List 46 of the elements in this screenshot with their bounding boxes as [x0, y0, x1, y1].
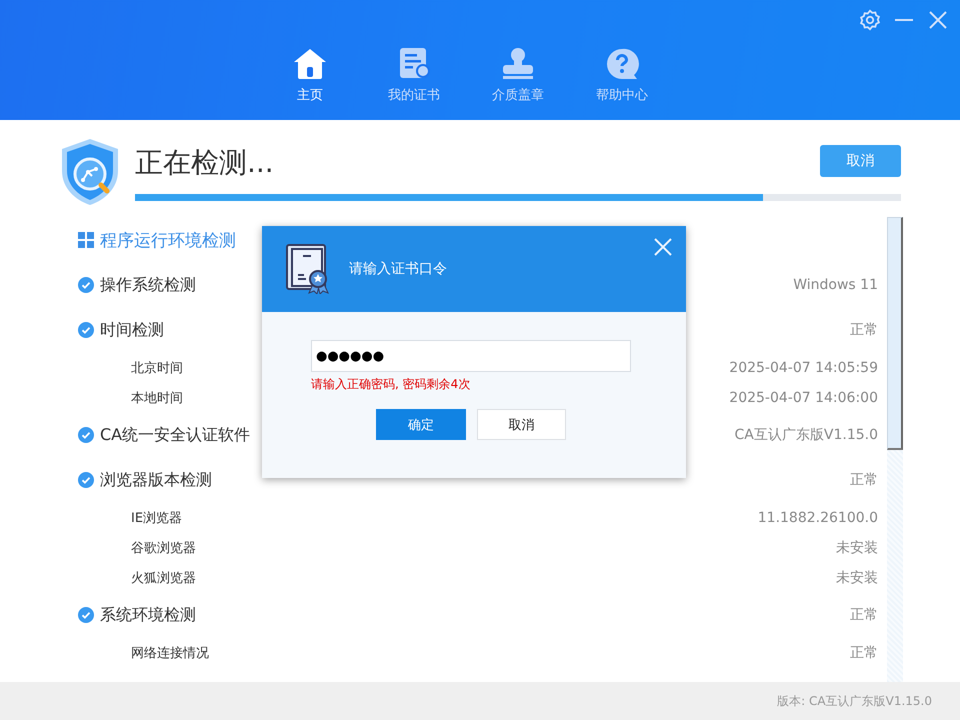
- section-title: 程序运行环境检测: [100, 230, 236, 252]
- sub-item-result: 2025-04-07 14:05:59: [729, 360, 878, 376]
- nav-tab[interactable]: 我的证书: [374, 48, 454, 120]
- error-message: 请输入正确密码, 密码剩余4次: [311, 376, 472, 393]
- confirm-button[interactable]: 确定: [376, 409, 466, 440]
- home-icon: [293, 48, 327, 80]
- check-item-label: 浏览器版本检测: [100, 470, 212, 490]
- scrollbar[interactable]: [887, 217, 903, 682]
- sub-item-label: 本地时间: [131, 390, 183, 407]
- sub-item-label: 火狐浏览器: [131, 570, 196, 587]
- sub-item-label: IE浏览器: [131, 510, 182, 527]
- settings-icon: [859, 9, 881, 31]
- close-icon: [928, 10, 948, 30]
- sub-item-label: 网络连接情况: [131, 645, 209, 662]
- stamp-icon: [501, 48, 535, 80]
- minimize-icon: [895, 19, 913, 21]
- check-result: 正常: [850, 471, 878, 489]
- help-icon: [605, 48, 639, 80]
- version-text: 版本: CA互认广东版V1.15.0: [777, 692, 932, 710]
- check-result: CA互认广东版V1.15.0: [734, 426, 878, 444]
- check-item-label: 操作系统检测: [100, 274, 196, 296]
- certificate-icon: [397, 48, 431, 80]
- settings-button[interactable]: [858, 8, 882, 32]
- scrollbar-thumb[interactable]: [887, 217, 903, 450]
- password-field[interactable]: ●●●●●●: [311, 340, 631, 372]
- check-item-label: CA统一安全认证软件: [100, 424, 250, 446]
- check-item-label: 时间检测: [100, 320, 164, 340]
- sub-item-result: 未安装: [836, 539, 878, 557]
- sub-item-result: 正常: [850, 644, 878, 662]
- check-item-label: 系统环境检测: [100, 604, 196, 626]
- sub-item-result: 11.1882.26100.0: [758, 510, 878, 526]
- sub-item-label: 北京时间: [131, 360, 183, 377]
- check-result: 正常: [850, 606, 878, 624]
- nav-tab[interactable]: 主页: [270, 48, 350, 120]
- cancel-button[interactable]: 取消: [477, 409, 566, 440]
- dialog-title: 请输入证书口令: [349, 260, 447, 278]
- nav-tab[interactable]: 帮助中心: [582, 48, 662, 120]
- check-result: 正常: [850, 321, 878, 339]
- check-result: Windows 11: [793, 277, 878, 293]
- grid-icon: [78, 232, 94, 248]
- nav-tab[interactable]: 介质盖章: [478, 48, 558, 120]
- sub-item-label: 谷歌浏览器: [131, 540, 196, 557]
- detection-title: 正在检测...: [135, 145, 274, 181]
- sub-item-result: 未安装: [836, 569, 878, 587]
- sub-item-result: 2025-04-07 14:06:00: [729, 390, 878, 406]
- cancel-button[interactable]: 取消: [820, 145, 901, 177]
